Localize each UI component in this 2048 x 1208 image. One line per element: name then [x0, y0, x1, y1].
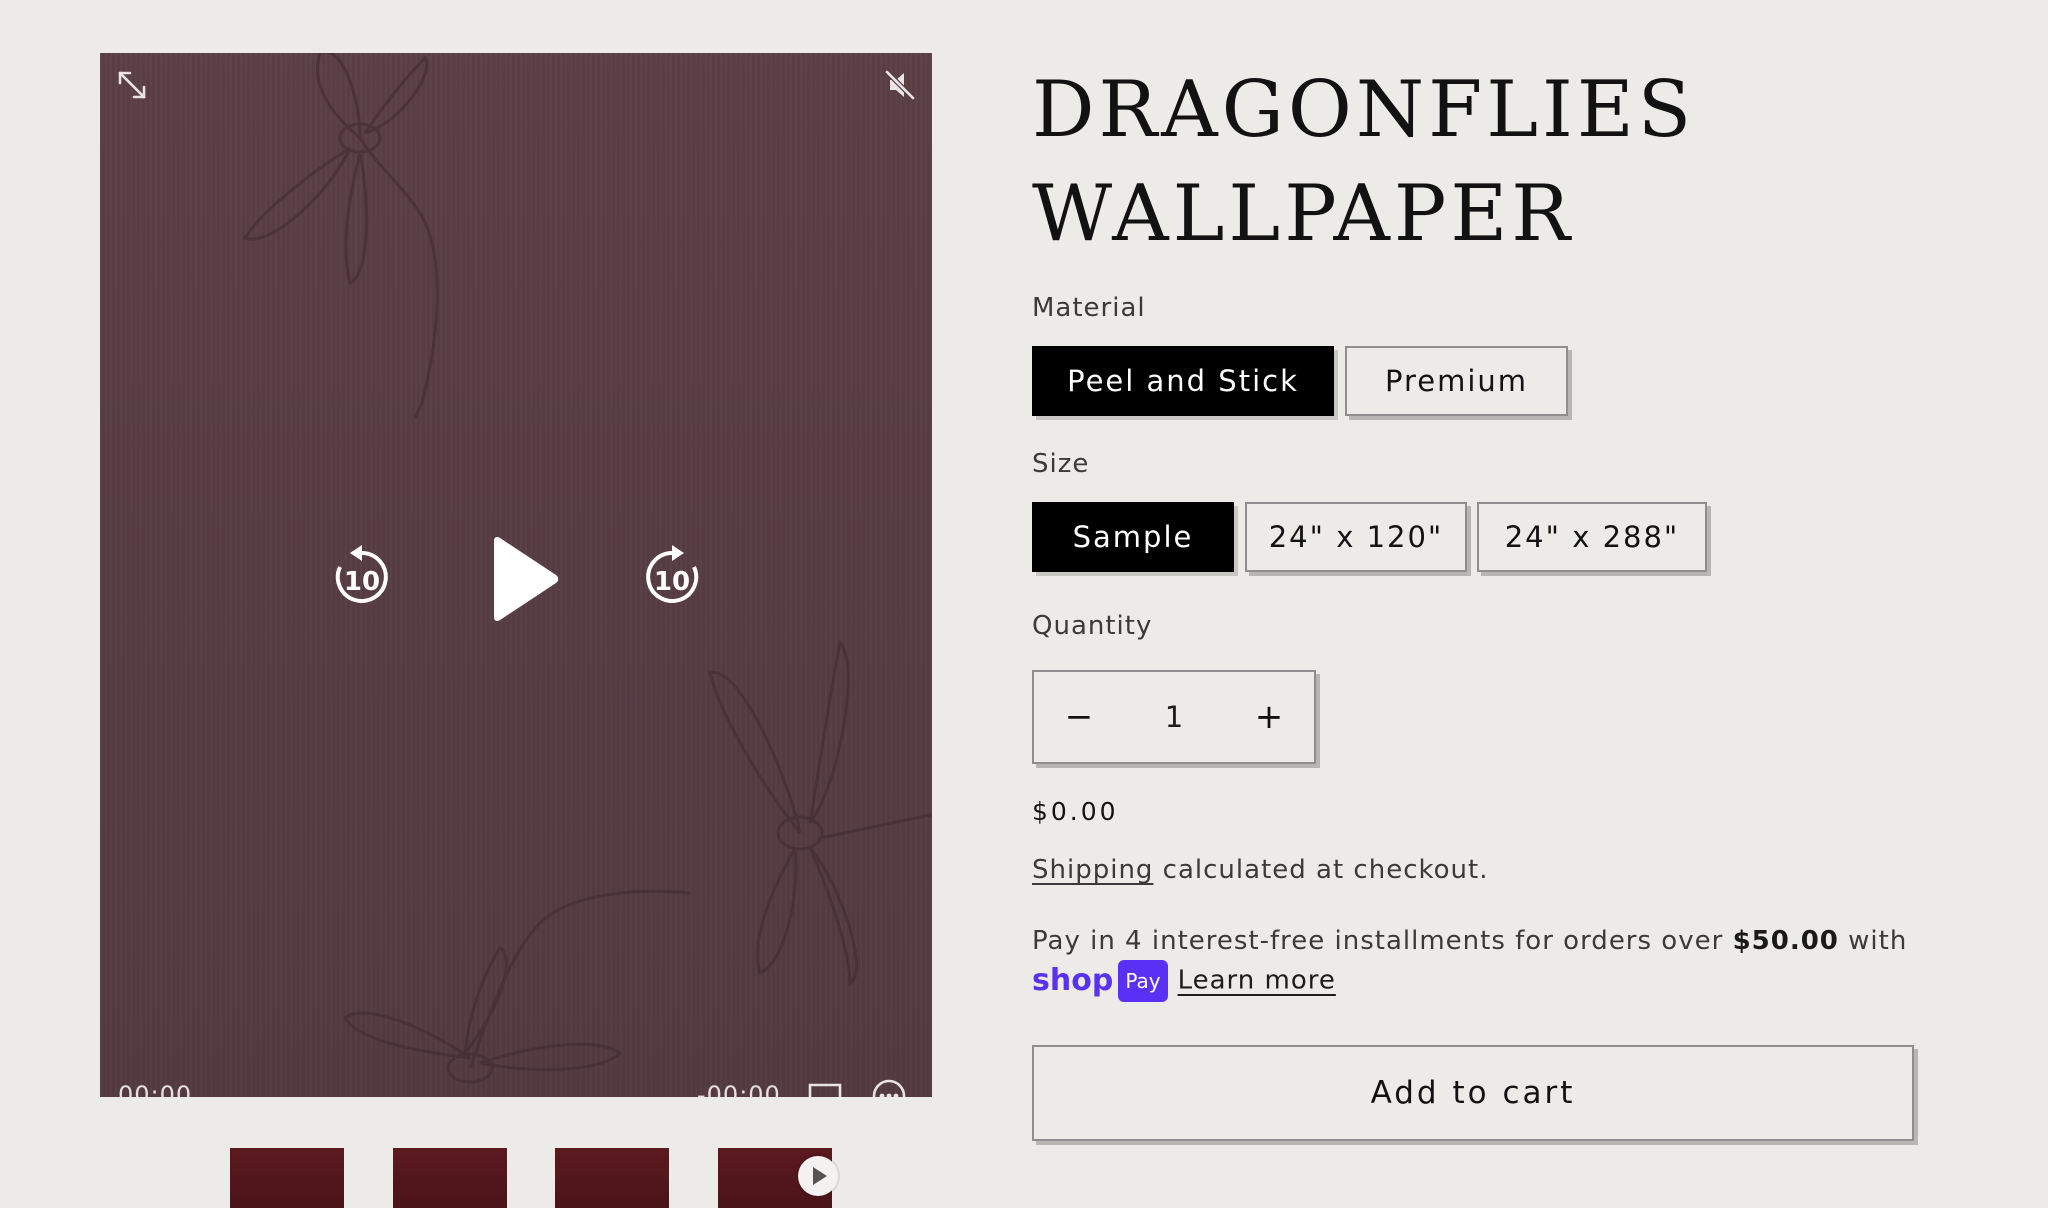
size-option-24x120[interactable]: 24" x 120"	[1245, 502, 1467, 572]
airplay-button[interactable]	[806, 1081, 844, 1097]
rewind-seconds: 10	[343, 567, 381, 597]
forward-seconds: 10	[653, 567, 691, 597]
material-option-peel-and-stick[interactable]: Peel and Stick	[1032, 346, 1334, 416]
add-to-cart-button[interactable]: Add to cart	[1032, 1045, 1914, 1141]
dragonfly-illustration	[242, 53, 439, 419]
shipping-note: Shipping calculated at checkout.	[1032, 855, 1488, 885]
remaining-time: -00:00	[697, 1081, 781, 1097]
thumbnail-play-icon	[798, 1156, 838, 1196]
material-label: Material	[1032, 293, 1146, 323]
thumbnail-2[interactable]	[393, 1148, 507, 1208]
fullscreen-icon	[118, 71, 146, 99]
installments-with: with	[1838, 926, 1908, 956]
shop-pay-word: shop	[1032, 963, 1114, 998]
mute-button[interactable]	[882, 67, 918, 103]
shipping-link[interactable]: Shipping	[1032, 855, 1153, 885]
current-time: 00:00	[118, 1081, 193, 1097]
size-label: Size	[1032, 449, 1090, 479]
more-options-icon	[872, 1079, 906, 1097]
quantity-stepper: − 1 +	[1032, 670, 1316, 764]
material-option-premium[interactable]: Premium	[1345, 346, 1568, 416]
fullscreen-button[interactable]	[114, 67, 150, 103]
learn-more-link[interactable]: Learn more	[1178, 966, 1336, 996]
shop-pay-badge: Pay	[1118, 960, 1168, 1002]
installments-amount: $50.00	[1732, 926, 1839, 956]
installments-text: Pay in 4 interest-free installments for …	[1032, 926, 1733, 956]
size-option-sample[interactable]: Sample	[1032, 502, 1234, 572]
mute-icon	[885, 70, 915, 100]
airplay-icon	[808, 1083, 842, 1097]
thumbnail-4-video[interactable]	[718, 1148, 838, 1208]
product-video-player[interactable]: 10 10 00:00 -00:00	[100, 53, 932, 1097]
rewind-10-button[interactable]: 10	[326, 541, 398, 613]
product-price: $0.00	[1032, 797, 1119, 826]
product-title: DRAGONFLIES WALLPAPER	[1032, 65, 1696, 259]
forward-10-button[interactable]: 10	[636, 541, 708, 613]
shipping-note-text: calculated at checkout.	[1153, 855, 1489, 885]
installments-note: Pay in 4 interest-free installments for …	[1032, 922, 1932, 1002]
size-option-24x288[interactable]: 24" x 288"	[1477, 502, 1707, 572]
shop-pay-logo: shop Pay	[1032, 960, 1168, 1002]
quantity-input[interactable]: 1	[1124, 672, 1224, 762]
dragonfly-illustration	[708, 639, 932, 986]
quantity-label: Quantity	[1032, 611, 1153, 641]
thumbnail-3[interactable]	[555, 1148, 669, 1208]
play-icon	[494, 537, 559, 621]
dragonfly-illustration	[343, 889, 691, 1084]
quantity-decrease-button[interactable]: −	[1034, 672, 1124, 762]
thumbnail-1[interactable]	[230, 1148, 344, 1208]
more-options-button[interactable]	[870, 1077, 908, 1097]
quantity-increase-button[interactable]: +	[1224, 672, 1314, 762]
play-button[interactable]	[470, 531, 566, 627]
